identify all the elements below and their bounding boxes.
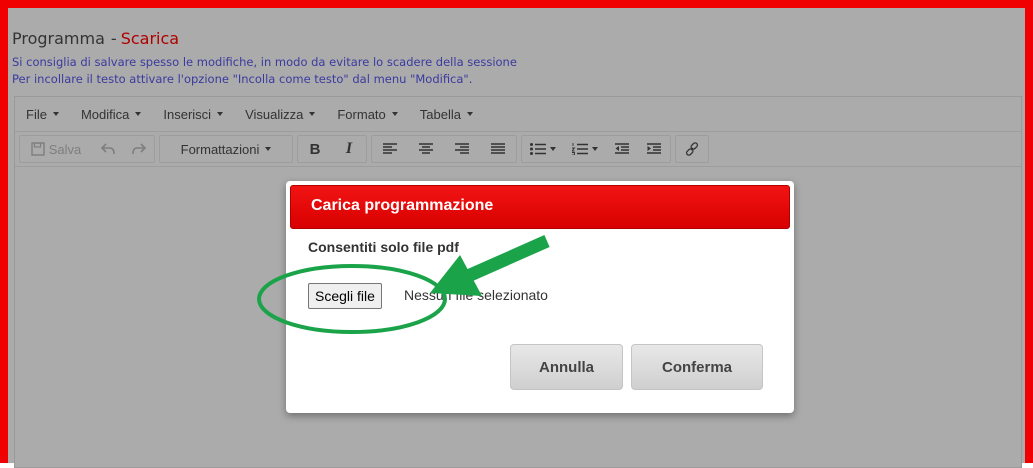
undo-button[interactable] xyxy=(92,136,124,162)
numbered-list-icon xyxy=(572,143,588,155)
menu-inserisci-label: Inserisci xyxy=(163,106,212,122)
dialog-title: Carica programmazione xyxy=(311,197,494,214)
page-title-text: Programma xyxy=(12,29,105,48)
align-right-icon xyxy=(455,143,469,154)
page-header: Programma - Scarica Si consiglia di salvar… xyxy=(8,8,1025,96)
toolbar-group-history: Salva xyxy=(19,135,155,163)
save-button[interactable]: Salva xyxy=(20,136,92,162)
allowed-files-label: Consentiti solo file pdf xyxy=(308,239,459,255)
menu-tabella[interactable]: Tabella xyxy=(409,107,484,122)
upload-dialog: Carica programmazione Consentiti solo fi… xyxy=(286,181,794,413)
bullet-list-button[interactable] xyxy=(522,136,564,162)
save-button-label: Salva xyxy=(48,141,82,157)
chevron-down-icon xyxy=(466,112,473,116)
toolbar-group-lists xyxy=(521,135,671,163)
undo-icon xyxy=(101,143,115,155)
menu-file[interactable]: File xyxy=(15,107,70,122)
chevron-down-icon xyxy=(309,112,316,116)
indent-icon xyxy=(647,143,661,154)
outdent-button[interactable] xyxy=(606,136,638,162)
outdent-icon xyxy=(615,143,629,154)
menu-tabella-label: Tabella xyxy=(419,106,461,122)
align-center-button[interactable] xyxy=(408,136,444,162)
floppy-disk-icon xyxy=(31,142,45,156)
redo-icon xyxy=(132,143,146,155)
italic-button[interactable]: I xyxy=(332,136,366,162)
menu-inserisci[interactable]: Inserisci xyxy=(152,107,234,122)
align-center-icon xyxy=(419,143,433,154)
chevron-down-icon xyxy=(391,112,398,116)
menu-visualizza[interactable]: Visualizza xyxy=(234,107,326,122)
toolbar-group-link xyxy=(675,135,709,163)
menu-visualizza-label: Visualizza xyxy=(245,106,304,122)
chevron-down-icon xyxy=(52,112,59,116)
toolbar-group-formats: Formattazioni xyxy=(159,135,293,163)
confirm-button[interactable]: Conferma xyxy=(631,344,763,390)
chevron-down-icon xyxy=(265,147,272,151)
paste-hint: Per incollare il testo attivare l'opzion… xyxy=(12,72,473,86)
formats-dropdown-label: Formattazioni xyxy=(180,141,260,157)
bold-button[interactable]: B xyxy=(298,136,332,162)
editor-menubar: File Modifica Inserisci Visualizza Forma… xyxy=(15,97,1021,131)
toolbar-group-style: B I xyxy=(297,135,367,163)
indent-button[interactable] xyxy=(638,136,670,162)
dialog-header: Carica programmazione xyxy=(290,185,790,229)
link-icon xyxy=(685,142,699,156)
bold-button-label: B xyxy=(309,140,321,158)
file-status-text: Nessun file selezionato xyxy=(404,287,548,303)
save-hint: Si consiglia di salvare spesso le modifi… xyxy=(12,55,517,69)
menu-formato[interactable]: Formato xyxy=(326,107,408,122)
align-left-icon xyxy=(383,143,397,154)
numbered-list-button[interactable] xyxy=(564,136,606,162)
align-right-button[interactable] xyxy=(444,136,480,162)
redo-button[interactable] xyxy=(124,136,154,162)
italic-button-label: I xyxy=(345,140,353,157)
chevron-down-icon xyxy=(135,112,142,116)
page-title: Programma - Scarica xyxy=(12,30,179,48)
align-justify-button[interactable] xyxy=(480,136,516,162)
editor-toolbar: Salva Formattazioni B I xyxy=(15,131,1021,167)
cancel-button[interactable]: Annulla xyxy=(510,344,623,390)
menu-formato-label: Formato xyxy=(337,106,386,122)
align-left-button[interactable] xyxy=(372,136,408,162)
align-justify-icon xyxy=(491,143,505,154)
chevron-down-icon xyxy=(550,147,556,151)
toolbar-group-align xyxy=(371,135,517,163)
menu-modifica[interactable]: Modifica xyxy=(70,107,152,122)
chevron-down-icon xyxy=(217,112,224,116)
choose-file-button[interactable]: Scegli file xyxy=(308,283,382,309)
download-link[interactable]: Scarica xyxy=(121,29,179,48)
chevron-down-icon xyxy=(592,147,598,151)
menu-modifica-label: Modifica xyxy=(80,106,130,122)
formats-dropdown[interactable]: Formattazioni xyxy=(160,136,292,162)
insert-link-button[interactable] xyxy=(676,136,708,162)
bullet-list-icon xyxy=(530,143,546,155)
title-separator: - xyxy=(110,29,117,48)
menu-file-label: File xyxy=(26,106,47,122)
